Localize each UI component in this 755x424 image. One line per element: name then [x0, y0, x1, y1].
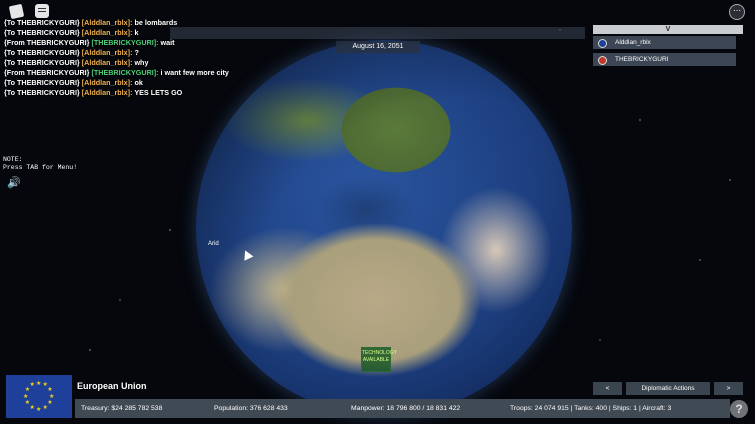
- player-flag-icon: [598, 39, 607, 48]
- chat-text: why: [132, 58, 149, 67]
- flag-star-icon: ★: [47, 387, 53, 393]
- player-name: Alddlan_rblx: [615, 39, 651, 46]
- chat-message: {To THEBRICKYGURI} [Alddlan_rblx]: ?: [4, 48, 234, 58]
- chat-text: YES LETS GO: [132, 88, 183, 97]
- prev-button[interactable]: <: [593, 382, 622, 395]
- treasury-stat: Treasury: $24 285 782 538: [81, 405, 163, 412]
- flag-star-icon: ★: [36, 380, 42, 387]
- player-flag-icon: [598, 56, 607, 65]
- technology-available-button[interactable]: TECHNOLOGY AVAILABLE: [361, 347, 397, 372]
- next-button[interactable]: >: [714, 382, 743, 395]
- diplomatic-actions-button[interactable]: Diplomatic Actions: [626, 382, 710, 395]
- flag-star-icon: ★: [24, 400, 31, 406]
- chat-text: ?: [132, 48, 139, 57]
- flag-star-icon: ★: [36, 406, 42, 413]
- chat-sender: [Alddlan_rblx]:: [81, 78, 133, 87]
- player-name: THEBRICKYGURI: [615, 56, 669, 63]
- chat-sender: [Alddlan_rblx]:: [81, 18, 133, 27]
- player-row[interactable]: THEBRICKYGURI: [593, 53, 736, 66]
- flag-star-icon: ★: [49, 393, 55, 400]
- flag-star-icon: ★: [29, 382, 35, 389]
- roblox-logo-button[interactable]: [8, 3, 25, 20]
- chat-prefix: {To THEBRICKYGURI}: [4, 48, 80, 57]
- chat-prefix: {To THEBRICKYGURI}: [4, 88, 80, 97]
- chat-message: {To THEBRICKYGURI} [Alddlan_rblx]: be lo…: [4, 18, 234, 28]
- player-list: Alddlan_rblx THEBRICKYGURI: [593, 36, 736, 70]
- player-list-toggle[interactable]: V: [593, 25, 743, 34]
- chat-sender: [Alddlan_rblx]:: [81, 28, 133, 37]
- note-text: Press TAB for Menu!: [3, 164, 78, 171]
- chat-sender: [Alddlan_rblx]:: [81, 48, 133, 57]
- chat-message: {From THEBRICKYGURI} [THEBRICKYGURI]: i …: [4, 68, 234, 78]
- manpower-stat: Manpower: 18 796 800 / 18 831 422: [351, 405, 461, 412]
- chat-message: {To THEBRICKYGURI} [Alddlan_rblx]: why: [4, 58, 234, 68]
- chat-text: i want few more city: [158, 68, 229, 77]
- chat-text: wait: [158, 38, 175, 47]
- chat-sender: [Alddlan_rblx]:: [81, 88, 133, 97]
- game-date: August 16, 2051: [336, 41, 420, 53]
- chat-prefix: {From THEBRICKYGURI}: [4, 68, 90, 77]
- chat-message: {To THEBRICKYGURI} [Alddlan_rblx]: k: [4, 28, 234, 38]
- flag-star-icon: ★: [23, 393, 29, 400]
- chat-message: {From THEBRICKYGURI} [THEBRICKYGURI]: wa…: [4, 38, 234, 48]
- chat-prefix: {To THEBRICKYGURI}: [4, 18, 80, 27]
- ellipsis-icon[interactable]: ⋯: [729, 4, 745, 20]
- menu-note: NOTE: Press TAB for Menu!: [3, 156, 77, 172]
- chat-text: be lombards: [132, 18, 178, 27]
- chat-toggle-icon[interactable]: [35, 4, 49, 18]
- chat-message: {To THEBRICKYGURI} [Alddlan_rblx]: YES L…: [4, 88, 234, 98]
- chat-text: ok: [132, 78, 143, 87]
- speaker-icon[interactable]: 🔊: [7, 176, 21, 189]
- country-name: European Union: [77, 381, 147, 391]
- chat-sender: [THEBRICKYGURI]:: [91, 68, 159, 77]
- map-terrain-label: Arid: [208, 241, 219, 247]
- chat-prefix: {To THEBRICKYGURI}: [4, 28, 80, 37]
- population-stat: Population: 376 628 433: [214, 405, 288, 412]
- chat-text: k: [132, 28, 139, 37]
- player-row[interactable]: Alddlan_rblx: [593, 36, 736, 49]
- chat-prefix: {From THEBRICKYGURI}: [4, 38, 90, 47]
- note-label: NOTE:: [3, 156, 23, 163]
- chat-sender: [Alddlan_rblx]:: [81, 58, 133, 67]
- chat-prefix: {To THEBRICKYGURI}: [4, 58, 80, 67]
- chat-log: {To THEBRICKYGURI} [Alddlan_rblx]: be lo…: [4, 18, 234, 98]
- help-icon[interactable]: ?: [730, 400, 748, 418]
- chat-prefix: {To THEBRICKYGURI}: [4, 78, 80, 87]
- chat-message: {To THEBRICKYGURI} [Alddlan_rblx]: ok: [4, 78, 234, 88]
- flag-star-icon: ★: [42, 404, 48, 411]
- chat-sender: [THEBRICKYGURI]:: [91, 38, 159, 47]
- military-stat: Troops: 24 074 915 | Tanks: 400 | Ships:…: [510, 405, 672, 412]
- country-flag[interactable]: ★ ★ ★ ★ ★ ★ ★ ★ ★ ★ ★ ★: [6, 375, 72, 418]
- stats-bar: Treasury: $24 285 782 538 Population: 37…: [75, 399, 730, 418]
